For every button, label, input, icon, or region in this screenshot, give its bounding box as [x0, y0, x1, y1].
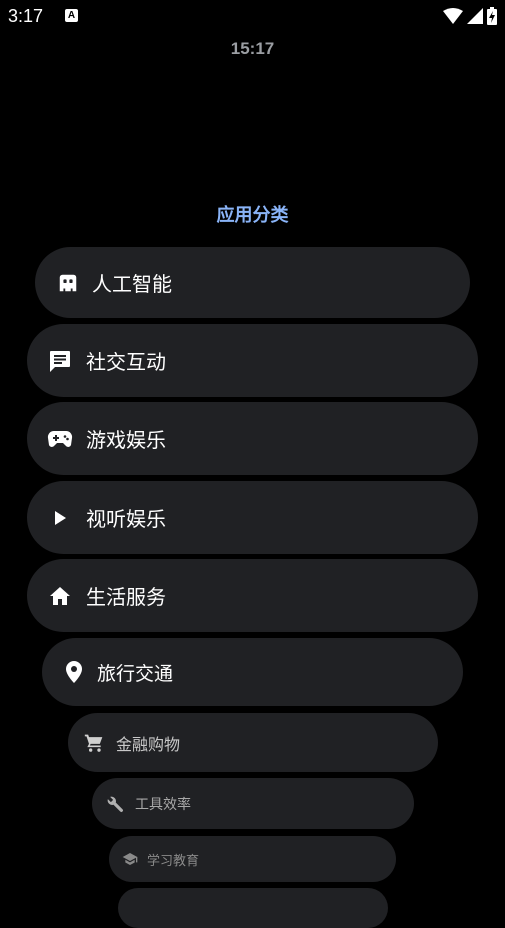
- category-chip-life[interactable]: 生活服务: [27, 559, 478, 632]
- clock-time: 15:17: [230, 39, 275, 58]
- category-chip-travel[interactable]: 旅行交通: [42, 638, 463, 706]
- category-label: 生活服务: [86, 585, 166, 609]
- category-label: 学习教育: [147, 853, 200, 869]
- status-icons: [443, 6, 497, 26]
- a-letter-icon: A: [65, 9, 78, 22]
- status-bar: 3:17 A: [0, 0, 505, 34]
- category-label: 金融购物: [116, 734, 181, 754]
- category-chip-video[interactable]: 视听娱乐: [27, 481, 478, 554]
- category-chip-tools[interactable]: 工具效率: [92, 778, 414, 829]
- category-chip-games[interactable]: 游戏娱乐: [27, 402, 478, 475]
- section-title: 应用分类: [216, 205, 289, 226]
- shopping-cart-icon: [84, 733, 104, 753]
- category-label: 游戏娱乐: [86, 428, 166, 452]
- home-icon: [48, 584, 72, 608]
- wifi-icon: [443, 8, 463, 24]
- category-chip-finance[interactable]: 金融购物: [68, 713, 438, 772]
- category-label: 旅行交通: [97, 662, 174, 685]
- gamepad-icon: [47, 427, 73, 451]
- status-time: 3:17: [8, 6, 44, 26]
- category-chip-education[interactable]: 学习教育: [109, 836, 396, 882]
- robot-icon: [57, 272, 79, 294]
- category-label: 工具效率: [135, 796, 191, 813]
- signal-icon: [467, 8, 483, 24]
- chat-icon: [48, 349, 72, 373]
- play-icon: [49, 507, 71, 529]
- category-chip-ai[interactable]: 人工智能: [35, 247, 470, 318]
- category-label: 人工智能: [92, 272, 172, 296]
- category-label: 视听娱乐: [86, 507, 166, 531]
- location-pin-icon: [64, 661, 84, 683]
- battery-charging-icon: [487, 7, 497, 25]
- category-chip-social[interactable]: 社交互动: [27, 324, 478, 397]
- category-label: 社交互动: [86, 350, 166, 374]
- category-chip-partial[interactable]: [118, 888, 388, 928]
- wrench-icon: [106, 795, 124, 813]
- graduation-cap-icon: [122, 851, 138, 867]
